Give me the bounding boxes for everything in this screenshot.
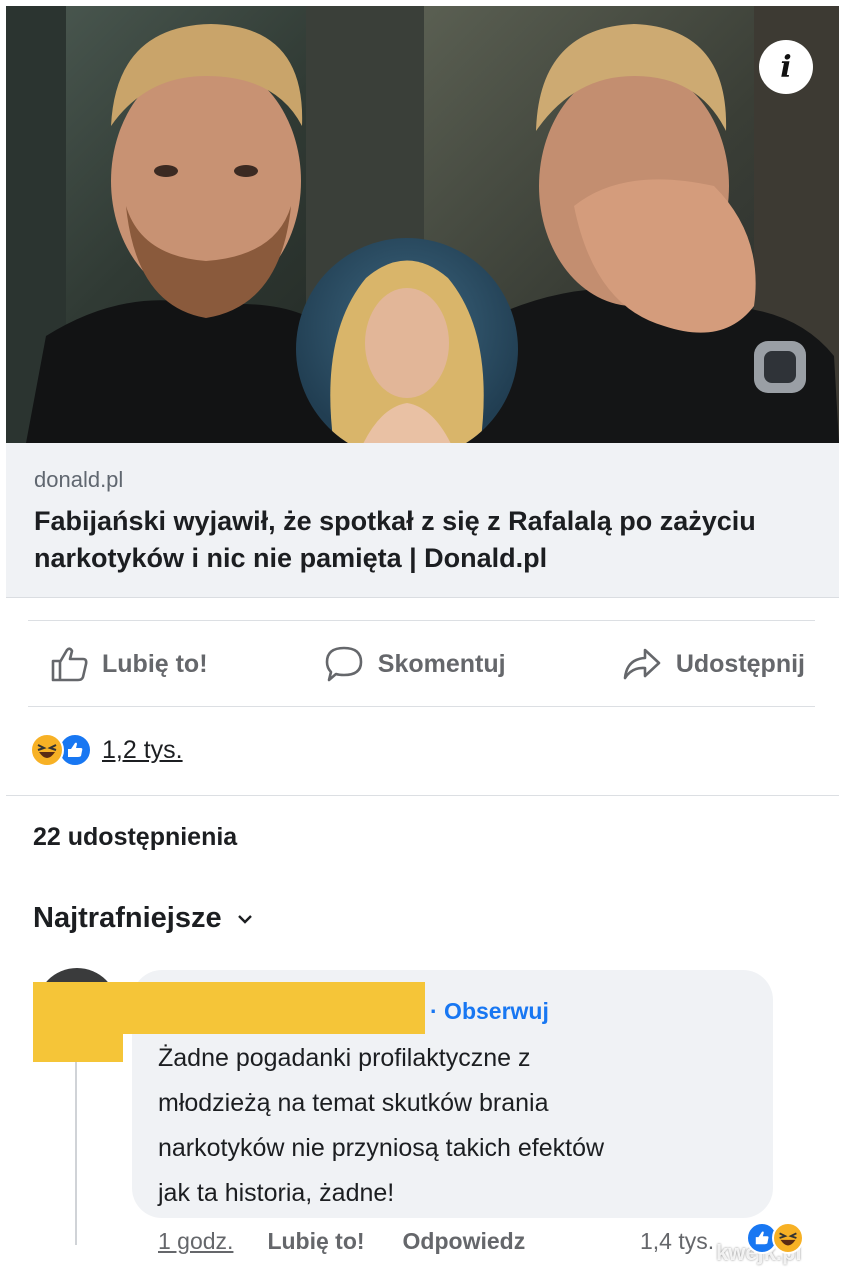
link-domain: donald.pl bbox=[34, 467, 124, 492]
haha-reaction-icon bbox=[30, 733, 64, 767]
follow-link[interactable]: · Obserwuj bbox=[430, 998, 549, 1025]
share-label: Udostępnij bbox=[675, 649, 805, 678]
reactions-count[interactable]: 1,2 tys. bbox=[102, 736, 183, 765]
facebook-post: i donald.pl Fabijański wyjawił, że spotk… bbox=[0, 0, 843, 1280]
share-button[interactable]: Udostępnij bbox=[622, 646, 805, 682]
redacted-avatar bbox=[33, 1000, 123, 1062]
thumbs-up-icon bbox=[51, 647, 88, 682]
info-icon[interactable]: i bbox=[759, 40, 813, 94]
link-preview-image[interactable]: i bbox=[6, 6, 839, 443]
comment-actions: 1 godz. Lubię to! Odpowiedz bbox=[158, 1228, 525, 1255]
comment-timestamp[interactable]: 1 godz. bbox=[158, 1228, 233, 1255]
photo-woman-inset bbox=[296, 238, 518, 443]
comment-icon bbox=[325, 646, 363, 682]
thread-line bbox=[75, 1055, 77, 1245]
action-bar: Lubię to! Skomentuj Udostępnij bbox=[28, 620, 815, 708]
sort-label: Najtrafniejsze bbox=[33, 902, 222, 934]
shares-count[interactable]: 22 udostępnienia bbox=[33, 823, 237, 852]
comment-reaction-count[interactable]: 1,4 tys. bbox=[640, 1228, 714, 1255]
comment-label: Skomentuj bbox=[377, 649, 506, 678]
comment-sort-dropdown[interactable]: Najtrafniejsze bbox=[33, 902, 254, 935]
like-button[interactable]: Lubię to! bbox=[50, 646, 208, 682]
comment-reply-button[interactable]: Odpowiedz bbox=[403, 1228, 526, 1255]
comment-button[interactable]: Skomentuj bbox=[324, 645, 506, 683]
share-arrow-icon bbox=[623, 648, 661, 680]
link-caption[interactable]: donald.pl Fabijański wyjawił, że spotkał… bbox=[6, 443, 839, 598]
comment-like-button[interactable]: Lubię to! bbox=[267, 1228, 364, 1255]
reactions-summary[interactable]: 1,2 tys. bbox=[30, 728, 183, 772]
haha-reaction-icon bbox=[772, 1222, 804, 1254]
comment-text: Żadne pogadanki profilaktyczne z młodzie… bbox=[158, 1044, 605, 1207]
comment-reactions[interactable] bbox=[746, 1222, 804, 1254]
divider bbox=[28, 706, 815, 707]
like-label: Lubię to! bbox=[102, 649, 208, 678]
divider bbox=[6, 795, 839, 796]
link-title[interactable]: Fabijański wyjawił, że spotkał z się z R… bbox=[34, 503, 811, 577]
chevron-down-icon bbox=[237, 914, 252, 924]
